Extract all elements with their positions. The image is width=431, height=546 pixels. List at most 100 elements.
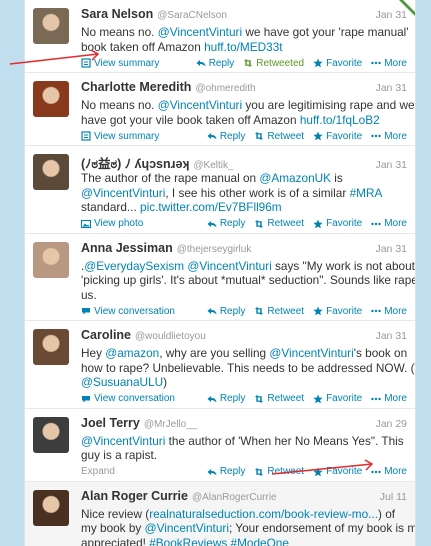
tweet-link[interactable]: huff.to/1fqLoB2	[300, 113, 380, 127]
tweet-link[interactable]: huff.to/MED33t	[204, 40, 282, 54]
retweet-label: Retweet	[267, 466, 305, 477]
favorite-button[interactable]: Favorite	[313, 218, 362, 229]
tweet-link[interactable]: realnaturalseduction.com/book-review-mo.…	[149, 507, 378, 521]
corner-fold-icon	[399, 0, 415, 16]
tweet-item[interactable]: Anna Jessiman @thejerseygirluk Jan 31 .@Eve…	[25, 234, 416, 321]
timestamp[interactable]: Jan 29	[375, 418, 407, 430]
tweet-link[interactable]: #BookReviews	[149, 536, 227, 546]
more-button[interactable]: More	[371, 131, 407, 142]
more-button[interactable]: More	[371, 58, 407, 69]
tweet-text-segment: have got your vile book taken off Amazon	[81, 112, 300, 127]
tweet-link[interactable]: @SusuanaULU	[81, 375, 163, 389]
favorite-button[interactable]: Favorite	[313, 393, 362, 404]
favorite-icon	[313, 131, 323, 141]
favorite-button[interactable]: Favorite	[313, 306, 362, 317]
more-label: More	[384, 393, 407, 404]
author-handle[interactable]: @AlanRogerCurrie	[192, 492, 277, 503]
retweet-button[interactable]: Retweet	[254, 466, 304, 477]
tweet-actions: Expand Reply Retweet Favorite More	[81, 463, 407, 481]
timestamp[interactable]: Jan 31	[375, 330, 407, 342]
reply-button[interactable]: Reply	[207, 393, 245, 404]
author-handle[interactable]: @ohmeredith	[195, 83, 255, 94]
tweet-link[interactable]: #ModeOne	[231, 536, 289, 546]
retweeted-button[interactable]: Retweeted	[243, 58, 304, 69]
favorite-label: Favorite	[326, 393, 363, 404]
avatar[interactable]	[33, 81, 69, 117]
tweet-link[interactable]: @VincentVinturi	[158, 25, 242, 39]
tweet-link[interactable]: @VincentVinturi	[187, 259, 271, 273]
avatar[interactable]	[33, 241, 69, 278]
avatar[interactable]	[33, 154, 69, 190]
reply-button[interactable]: Reply	[207, 305, 246, 317]
tweet-link[interactable]: @VincentVinturi	[81, 434, 165, 448]
retweet-button[interactable]: Retweet	[254, 218, 304, 229]
favorite-button[interactable]: Favorite	[313, 466, 362, 477]
avatar[interactable]	[33, 416, 69, 453]
author-name[interactable]: Joel Terry	[81, 416, 140, 430]
tweet-text-segment: )	[163, 375, 168, 389]
timestamp[interactable]: Jan 31	[375, 159, 407, 171]
tweet-text-line: have got your vile book taken off Amazon…	[81, 113, 407, 128]
avatar[interactable]	[33, 329, 69, 365]
retweet-button[interactable]: Retweet	[254, 131, 304, 142]
expand-link[interactable]: Expand	[81, 466, 115, 477]
retweet-button[interactable]: Retweet	[254, 393, 304, 404]
expand-link[interactable]: View summary	[81, 58, 159, 69]
more-button[interactable]: More	[371, 466, 407, 477]
tweet-link[interactable]: @AmazonUK	[259, 171, 331, 185]
reply-button[interactable]: Reply	[207, 466, 245, 477]
reply-label: Reply	[219, 305, 246, 317]
favorite-button[interactable]: Favorite	[313, 131, 362, 142]
avatar[interactable]	[33, 8, 69, 44]
favorite-label: Favorite	[326, 218, 363, 229]
tweet-text-segment: 'picking up girls'. It's about *mutual* …	[81, 273, 416, 287]
reply-button[interactable]: Reply	[196, 58, 234, 69]
tweet-link[interactable]: #MRA	[350, 186, 383, 200]
author-name[interactable]: (ﾉಠ益ಠ) ﾉ ʎɥɔsnɹǝʞ	[81, 153, 189, 172]
author-handle[interactable]: @SaraCNelson	[157, 10, 227, 21]
tweet-item[interactable]: Caroline @wouldlietoyou Jan 31 Hey @amazon,…	[25, 321, 415, 409]
reply-button[interactable]: Reply	[207, 131, 245, 142]
more-button[interactable]: More	[371, 306, 407, 317]
tweet-item[interactable]: Alan Roger Currie @AlanRogerCurrie Jul 11 N…	[25, 481, 415, 546]
author-name[interactable]: Caroline	[81, 328, 131, 342]
author-name[interactable]: Alan Roger Currie	[81, 489, 188, 503]
author-handle[interactable]: @Keltik_	[193, 160, 233, 171]
author-handle[interactable]: @thejerseygirluk	[177, 244, 252, 255]
more-button[interactable]: More	[371, 218, 407, 229]
author-name[interactable]: Sara Nelson	[81, 7, 153, 21]
tweet-link[interactable]: @amazon	[105, 346, 159, 360]
expand-link[interactable]: View summary	[81, 131, 159, 142]
retweet-button[interactable]: Retweet	[254, 306, 304, 317]
reply-button[interactable]: Reply	[207, 218, 245, 229]
author-name[interactable]: Charlotte Meredith	[81, 80, 191, 94]
author-name[interactable]: Anna Jessiman	[81, 241, 173, 255]
more-button[interactable]: More	[371, 393, 407, 404]
favorite-button[interactable]: Favorite	[313, 58, 362, 69]
author-handle[interactable]: @wouldlietoyou	[135, 331, 206, 342]
tweet-item[interactable]: Charlotte Meredith @ohmeredith Jan 31 No me…	[25, 73, 415, 146]
tweet-item[interactable]: Sara Nelson @SaraCNelson Jan 31 No means no…	[25, 0, 415, 73]
avatar[interactable]	[33, 489, 69, 526]
tweet-link[interactable]: @VincentVinturi	[158, 98, 242, 112]
favorite-label: Favorite	[326, 466, 363, 477]
more-label: More	[384, 130, 407, 142]
timestamp[interactable]: Jan 31	[375, 82, 407, 94]
tweet-link[interactable]: @VincentVinturi	[269, 346, 353, 360]
tweet-link[interactable]: pic.twitter.com/Ev7BFll96m	[140, 200, 282, 214]
action-buttons: Reply Retweet Favorite More	[207, 131, 407, 142]
tweet-link[interactable]: @VincentVinturi	[81, 186, 165, 200]
expand-link[interactable]: View conversation	[81, 306, 175, 317]
tweet-text-line: No means no. @VincentVinturi you are leg…	[81, 98, 415, 113]
tweet-link[interactable]: @EverydaySexism	[84, 259, 184, 273]
expand-link[interactable]: View photo	[81, 218, 143, 229]
tweet-link[interactable]: @VincentVinturi	[145, 521, 229, 535]
author-handle[interactable]: @MrJello__	[144, 419, 198, 430]
timestamp[interactable]: Jul 11	[380, 491, 407, 503]
tweet-item[interactable]: Joel Terry @MrJello__ Jan 29 @VincentVintur…	[25, 409, 415, 482]
timestamp[interactable]: Jan 31	[375, 243, 407, 255]
expand-link[interactable]: View conversation	[81, 393, 175, 404]
tweet-item[interactable]: (ﾉಠ益ಠ) ﾉ ʎɥɔsnɹǝʞ @Keltik_ Jan 31 The autho…	[25, 146, 415, 234]
more-label: More	[384, 466, 407, 477]
retweet-icon	[255, 132, 264, 140]
